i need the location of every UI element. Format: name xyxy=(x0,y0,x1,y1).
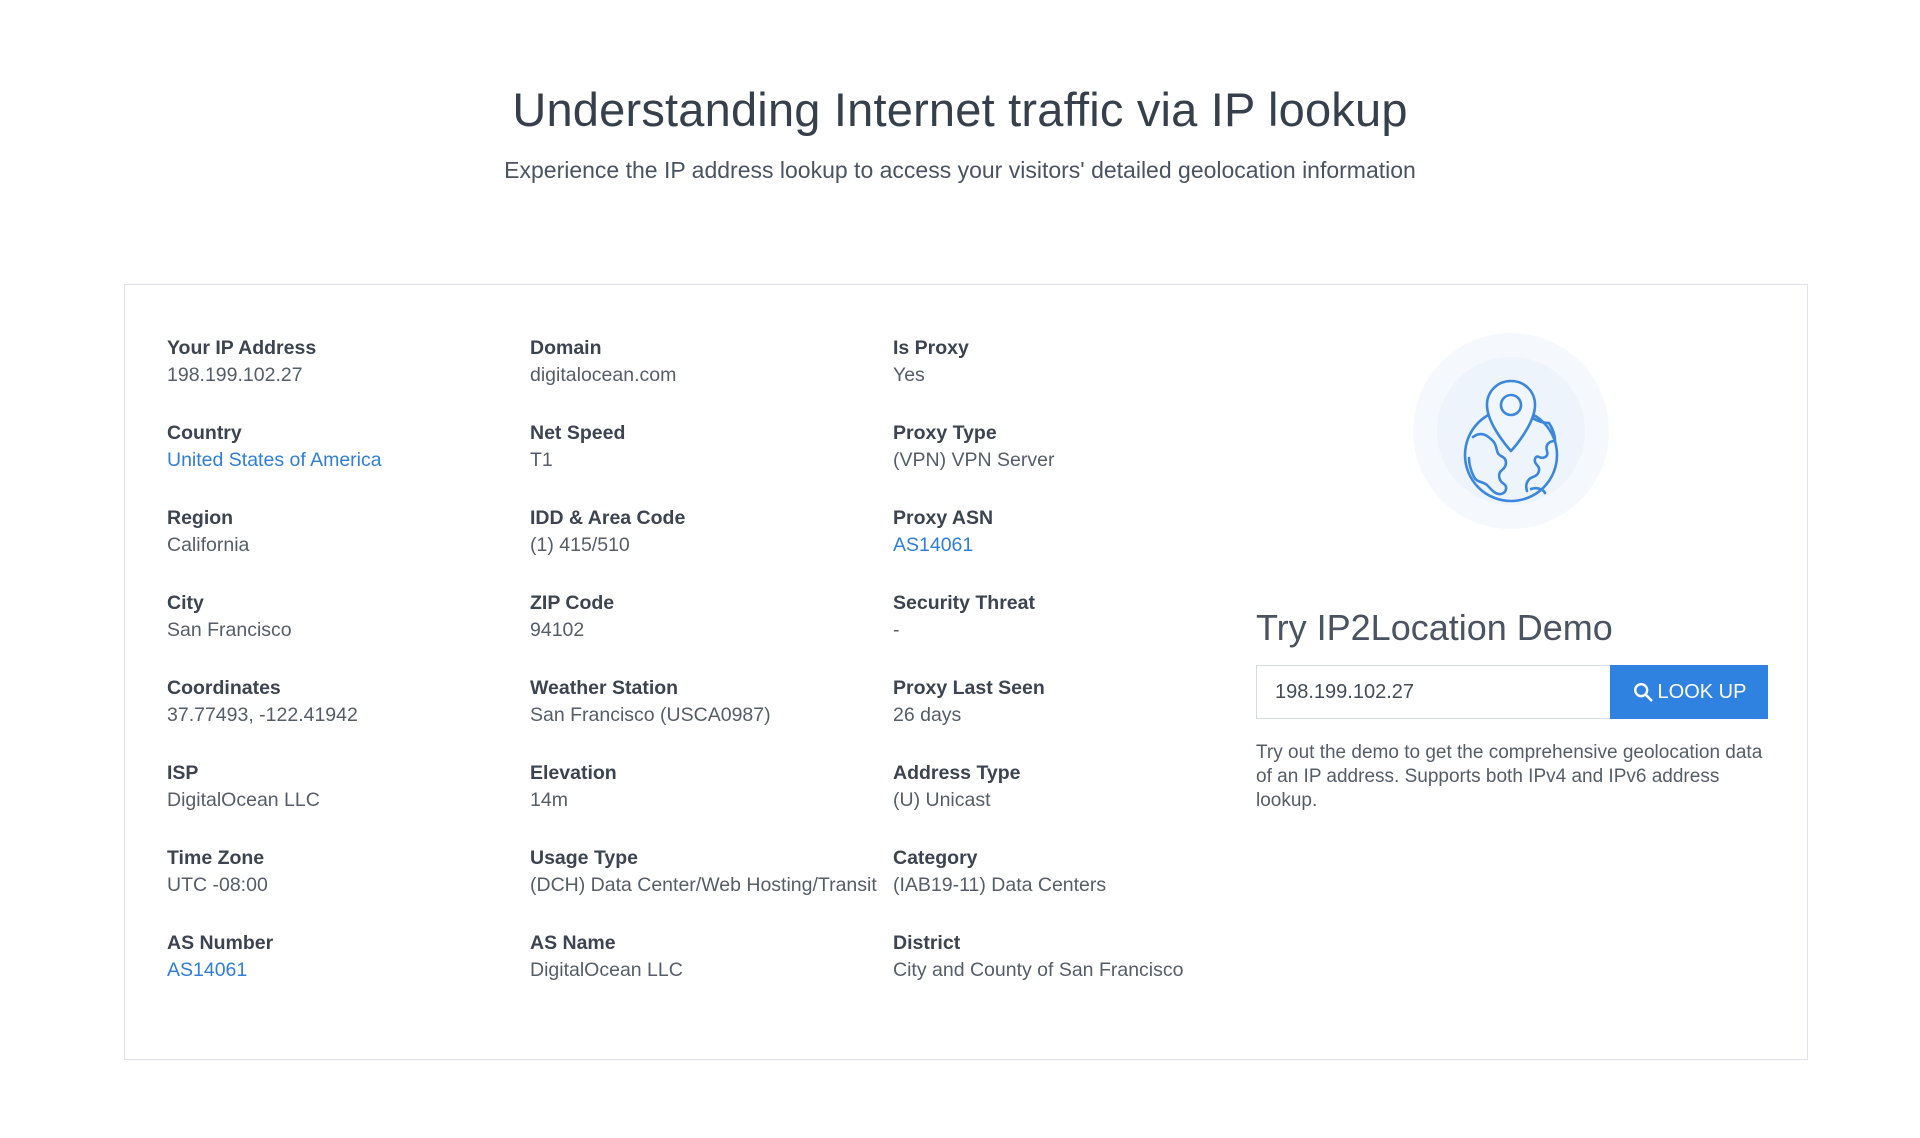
info-field-value: (IAB19-11) Data Centers xyxy=(893,874,1107,896)
info-field-value: T1 xyxy=(530,449,553,471)
info-field: Coordinates 37.77493, -122.41942 xyxy=(167,675,527,729)
info-field-value: 37.77493, -122.41942 xyxy=(167,704,358,726)
info-field-value: 26 days xyxy=(893,704,962,726)
info-field-label: Coordinates xyxy=(167,677,281,699)
info-field: AS Name DigitalOcean LLC xyxy=(530,930,890,984)
info-field-label: Domain xyxy=(530,337,602,359)
info-field-label: ZIP Code xyxy=(530,592,615,614)
info-field-value: (1) 415/510 xyxy=(530,534,630,556)
demo-title: Try IP2Location Demo xyxy=(1256,607,1613,648)
info-field-value: (U) Unicast xyxy=(893,789,991,811)
info-field-value: - xyxy=(893,619,900,641)
info-field-label: Category xyxy=(893,847,978,869)
info-field: Time Zone UTC -08:00 xyxy=(167,845,527,899)
globe-location-pin-icon xyxy=(1413,333,1609,529)
info-field-label: Security Threat xyxy=(893,592,1035,614)
info-field: Category (IAB19-11) Data Centers xyxy=(893,845,1253,899)
info-field-link[interactable]: AS14061 xyxy=(893,532,1253,559)
info-field: District City and County of San Francisco xyxy=(893,930,1253,984)
info-column-3: Is Proxy Yes Proxy Type (VPN) VPN Server Pro… xyxy=(893,335,1253,1015)
info-field: Country United States of America xyxy=(167,420,527,474)
info-field-label: Elevation xyxy=(530,762,617,784)
info-field-label: Weather Station xyxy=(530,677,679,699)
page: Understanding Internet traffic via IP lo… xyxy=(0,0,1920,1138)
info-field: Proxy Last Seen 26 days xyxy=(893,675,1253,729)
info-field-value: City and County of San Francisco xyxy=(893,959,1184,981)
info-field-value: (DCH) Data Center/Web Hosting/Transit xyxy=(530,874,877,896)
info-field: ISP DigitalOcean LLC xyxy=(167,760,527,814)
info-field-value: 198.199.102.27 xyxy=(167,364,303,386)
info-field: Security Threat - xyxy=(893,590,1253,644)
info-field: IDD & Area Code (1) 415/510 xyxy=(530,505,890,559)
info-field: Your IP Address 198.199.102.27 xyxy=(167,335,527,389)
info-field-label: District xyxy=(893,932,961,954)
info-field: Is Proxy Yes xyxy=(893,335,1253,389)
lookup-button[interactable]: LOOK UP xyxy=(1610,665,1768,719)
info-field-label: Your IP Address xyxy=(167,337,317,359)
info-field: Weather Station San Francisco (USCA0987) xyxy=(530,675,890,729)
info-column-2: Domain digitalocean.com Net Speed T1 IDD & A… xyxy=(530,335,890,1015)
info-field: Domain digitalocean.com xyxy=(530,335,890,389)
info-field-value: DigitalOcean LLC xyxy=(167,789,320,811)
info-field-link[interactable]: United States of America xyxy=(167,447,527,474)
info-field-label: ISP xyxy=(167,762,199,784)
info-field-value: San Francisco (USCA0987) xyxy=(530,704,771,726)
info-field: City San Francisco xyxy=(167,590,527,644)
info-field-label: Time Zone xyxy=(167,847,265,869)
info-field: Net Speed T1 xyxy=(530,420,890,474)
info-field-value: 94102 xyxy=(530,619,585,641)
info-field: Region California xyxy=(167,505,527,559)
info-field-link[interactable]: AS14061 xyxy=(167,957,527,984)
info-field-label: City xyxy=(167,592,204,614)
info-field-label: IDD & Area Code xyxy=(530,507,686,529)
info-field-label: Is Proxy xyxy=(893,337,969,359)
info-field-label: Region xyxy=(167,507,234,529)
info-field: Proxy Type (VPN) VPN Server xyxy=(893,420,1253,474)
info-field-value: UTC -08:00 xyxy=(167,874,268,896)
info-field-value: California xyxy=(167,534,250,556)
info-field-value: (VPN) VPN Server xyxy=(893,449,1055,471)
info-field: Usage Type (DCH) Data Center/Web Hosting/… xyxy=(530,845,890,899)
info-field-label: Proxy Type xyxy=(893,422,997,444)
info-field-value: Yes xyxy=(893,364,925,386)
info-field: AS Number AS14061 xyxy=(167,930,527,984)
page-subtitle: Experience the IP address lookup to acce… xyxy=(504,157,1416,183)
info-field-value: DigitalOcean LLC xyxy=(530,959,683,981)
ip-address-input[interactable] xyxy=(1256,665,1610,719)
info-field: Proxy ASN AS14061 xyxy=(893,505,1253,559)
info-column-1: Your IP Address 198.199.102.27 Country Unit… xyxy=(167,335,527,1015)
lookup-button-label: LOOK UP xyxy=(1657,680,1747,703)
search-icon xyxy=(1632,681,1654,703)
info-field: Address Type (U) Unicast xyxy=(893,760,1253,814)
info-field-label: Proxy ASN xyxy=(893,507,994,529)
page-title: Understanding Internet traffic via IP lo… xyxy=(512,83,1408,136)
info-field-label: Address Type xyxy=(893,762,1021,784)
info-field-label: AS Number xyxy=(167,932,274,954)
info-field-value: 14m xyxy=(530,789,568,811)
ip-info-card: Your IP Address 198.199.102.27 Country Unit… xyxy=(124,284,1808,1060)
info-field-value: digitalocean.com xyxy=(530,364,677,386)
info-field: ZIP Code 94102 xyxy=(530,590,890,644)
info-field-label: Net Speed xyxy=(530,422,626,444)
info-field-value: San Francisco xyxy=(167,619,292,641)
demo-description: Try out the demo to get the comprehensiv… xyxy=(1256,742,1763,811)
info-field-label: Proxy Last Seen xyxy=(893,677,1045,699)
info-field: Elevation 14m xyxy=(530,760,890,814)
info-field-label: Usage Type xyxy=(530,847,639,869)
info-field-label: AS Name xyxy=(530,932,616,954)
info-field-label: Country xyxy=(167,422,242,444)
lookup-form: LOOK UP xyxy=(1256,665,1768,719)
